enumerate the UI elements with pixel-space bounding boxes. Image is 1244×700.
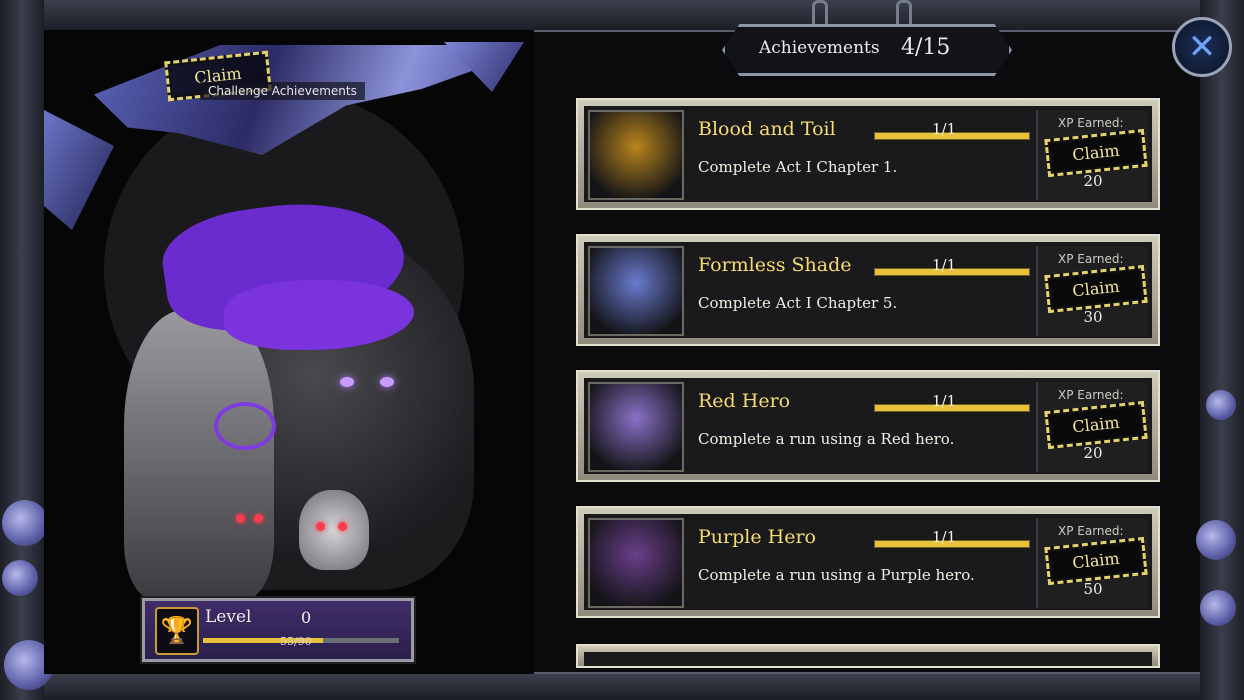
card-inner xyxy=(584,652,1152,666)
monster-eye xyxy=(340,377,354,387)
achievement-progress-text: 1/1 xyxy=(932,256,957,274)
monster-eye xyxy=(380,377,394,387)
achievement-info: Purple Hero 1/1 Complete a run using a P… xyxy=(694,518,1030,608)
skull-eye xyxy=(338,522,347,531)
achievements-header: Achievements 4/15 xyxy=(722,24,1012,76)
claim-button[interactable]: Claim xyxy=(1044,536,1148,586)
achievement-info: Blood and Toil 1/1 Complete Act I Chapte… xyxy=(694,110,1030,200)
imp-eye xyxy=(236,514,245,523)
achievement-portrait xyxy=(588,246,684,336)
xp-reward-box: XP Earned: Claim 20 xyxy=(1036,382,1148,472)
rose-decoration xyxy=(2,500,48,546)
achievement-portrait xyxy=(588,110,684,200)
level-panel: 🏆 Level 0 55/90 xyxy=(142,598,414,662)
achievement-portrait xyxy=(588,518,684,608)
card-inner: Purple Hero 1/1 Complete a run using a P… xyxy=(584,514,1152,610)
claim-button[interactable]: Claim xyxy=(1044,128,1148,178)
banner-shard xyxy=(44,110,114,230)
xp-value: 30 xyxy=(1083,308,1103,326)
achievements-title: Achievements xyxy=(759,38,880,58)
card-inner: Formless Shade 1/1 Complete Act I Chapte… xyxy=(584,242,1152,338)
rose-decoration xyxy=(1196,520,1236,560)
rune-symbol xyxy=(214,402,276,450)
xp-earned-label: XP Earned: xyxy=(1058,524,1124,538)
achievement-description: Complete a run using a Red hero. xyxy=(698,430,955,448)
close-button[interactable]: ✕ xyxy=(1172,17,1232,77)
achievement-info: Formless Shade 1/1 Complete Act I Chapte… xyxy=(694,246,1030,336)
achievement-progress-text: 1/1 xyxy=(932,528,957,546)
achievement-card-partial xyxy=(576,644,1160,668)
achievement-description: Complete Act I Chapter 5. xyxy=(698,294,898,312)
achievement-info: Red Hero 1/1 Complete a run using a Red … xyxy=(694,382,1030,472)
xp-value: 20 xyxy=(1083,172,1103,190)
character-panel: Claim Challenge Achievements 🏆 Level 0 5… xyxy=(44,30,534,674)
achievement-name: Purple Hero xyxy=(698,526,816,548)
banner-subtitle: Challenge Achievements xyxy=(200,82,365,100)
xp-earned-label: XP Earned: xyxy=(1058,116,1124,130)
xp-reward-box: XP Earned: Claim 50 xyxy=(1036,518,1148,608)
claim-button[interactable]: Claim xyxy=(1044,400,1148,450)
xp-earned-label: XP Earned: xyxy=(1058,252,1124,266)
bottom-frame xyxy=(0,672,1244,700)
achievement-card: Formless Shade 1/1 Complete Act I Chapte… xyxy=(576,234,1160,346)
trophy-icon: 🏆 xyxy=(155,607,199,655)
card-inner: Red Hero 1/1 Complete a run using a Red … xyxy=(584,378,1152,474)
achievement-name: Red Hero xyxy=(698,390,791,412)
achievement-name: Blood and Toil xyxy=(698,118,836,140)
level-xp-text: 55/90 xyxy=(280,635,312,648)
achievements-count: 4/15 xyxy=(901,35,951,60)
top-frame xyxy=(0,0,1244,32)
achievement-description: Complete Act I Chapter 1. xyxy=(698,158,898,176)
card-inner: Blood and Toil 1/1 Complete Act I Chapte… xyxy=(584,106,1152,202)
achievement-description: Complete a run using a Purple hero. xyxy=(698,566,975,584)
skull-eye xyxy=(316,522,325,531)
rose-decoration xyxy=(1200,590,1236,626)
xp-value: 50 xyxy=(1083,580,1103,598)
achievement-name: Formless Shade xyxy=(698,254,852,276)
level-value: 0 xyxy=(301,608,312,627)
rose-decoration xyxy=(1206,390,1236,420)
achievement-card: Blood and Toil 1/1 Complete Act I Chapte… xyxy=(576,98,1160,210)
achievement-progress-text: 1/1 xyxy=(932,120,957,138)
dragon-knight-illustration xyxy=(124,310,274,600)
close-x-icon: ✕ xyxy=(1187,27,1217,67)
level-label: Level xyxy=(205,607,252,627)
claim-button[interactable]: Claim xyxy=(1044,264,1148,314)
xp-reward-box: XP Earned: Claim 30 xyxy=(1036,246,1148,336)
xp-reward-box: XP Earned: Claim 20 xyxy=(1036,110,1148,200)
achievement-portrait xyxy=(588,382,684,472)
achievement-progress-text: 1/1 xyxy=(932,392,957,410)
rose-decoration xyxy=(2,560,38,596)
skull-illustration xyxy=(299,490,369,570)
imp-eye xyxy=(254,514,263,523)
achievement-card: Red Hero 1/1 Complete a run using a Red … xyxy=(576,370,1160,482)
achievement-card: Purple Hero 1/1 Complete a run using a P… xyxy=(576,506,1160,618)
xp-earned-label: XP Earned: xyxy=(1058,388,1124,402)
xp-value: 20 xyxy=(1083,444,1103,462)
